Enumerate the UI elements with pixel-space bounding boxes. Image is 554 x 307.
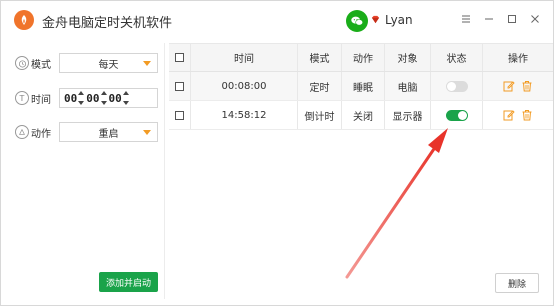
table-row[interactable]: 14:58:12 倒计时 关闭 显示器 xyxy=(169,101,553,130)
row-checkbox[interactable] xyxy=(175,81,184,91)
row-select-cell xyxy=(169,72,191,100)
table-header: 时间 模式 动作 对象 状态 操作 xyxy=(169,43,553,72)
select-all-cell xyxy=(169,44,191,71)
table-row[interactable]: 00:08:00 定时 睡眠 电脑 xyxy=(169,72,553,101)
vip-gem-icon xyxy=(371,15,380,24)
status-toggle[interactable] xyxy=(445,109,468,121)
wechat-icon[interactable] xyxy=(346,10,368,32)
minimize-icon[interactable] xyxy=(479,9,499,29)
row-action: 睡眠 xyxy=(342,72,385,100)
alarm-clock-icon xyxy=(15,56,29,70)
row-mode: 定时 xyxy=(298,72,342,100)
hour-spinner[interactable] xyxy=(78,91,85,105)
delete-button[interactable]: 删除 xyxy=(495,273,539,293)
trash-icon[interactable] xyxy=(521,109,533,121)
select-all-checkbox[interactable] xyxy=(175,53,184,62)
action-icon xyxy=(15,125,29,139)
row-checkbox[interactable] xyxy=(175,110,184,120)
status-toggle[interactable] xyxy=(445,80,468,92)
header-action: 动作 xyxy=(342,44,385,71)
chevron-down-icon xyxy=(143,130,151,135)
hour-field[interactable]: 00 xyxy=(64,92,77,105)
time-row: T 时间 00 00 00 xyxy=(9,87,169,109)
app-title: 金舟电脑定时关机软件 xyxy=(42,16,173,31)
row-operations xyxy=(483,101,553,129)
action-select[interactable]: 重启 xyxy=(59,122,158,142)
header-time: 时间 xyxy=(191,44,298,71)
row-status-cell xyxy=(431,72,483,100)
row-time: 00:08:00 xyxy=(191,72,298,100)
add-and-start-button[interactable]: 添加并启动 xyxy=(99,272,158,292)
row-mode: 倒计时 xyxy=(298,101,342,129)
time-icon: T xyxy=(15,91,29,105)
mode-select-value: 每天 xyxy=(98,59,119,71)
app-window: 金舟电脑定时关机软件 Lyan 模式 每天 T 时间 00 00 00 动作 重… xyxy=(0,0,554,306)
second-spinner[interactable] xyxy=(122,91,129,105)
minute-spinner[interactable] xyxy=(100,91,107,105)
time-input[interactable]: 00 00 00 xyxy=(59,88,158,108)
edit-icon[interactable] xyxy=(503,109,515,121)
mode-row: 模式 每天 xyxy=(9,52,169,74)
time-label: 时间 xyxy=(31,94,51,106)
action-row: 动作 重启 xyxy=(9,121,169,143)
username[interactable]: Lyan xyxy=(385,13,413,27)
row-time: 14:58:12 xyxy=(191,101,298,129)
mode-select[interactable]: 每天 xyxy=(59,53,158,73)
edit-icon[interactable] xyxy=(503,80,515,92)
mode-label: 模式 xyxy=(31,59,51,71)
close-icon[interactable] xyxy=(525,9,545,29)
action-label: 动作 xyxy=(31,128,51,140)
app-logo-icon xyxy=(14,10,34,30)
header-operations: 操作 xyxy=(508,54,528,65)
menu-icon[interactable] xyxy=(456,9,476,29)
header-target: 对象 xyxy=(385,44,431,71)
action-select-value: 重启 xyxy=(98,128,119,140)
row-target: 显示器 xyxy=(385,101,431,129)
row-operations xyxy=(483,72,553,100)
row-select-cell xyxy=(169,101,191,129)
title-bar: 金舟电脑定时关机软件 Lyan xyxy=(1,1,553,39)
header-mode: 模式 xyxy=(298,44,342,71)
row-target: 电脑 xyxy=(385,72,431,100)
maximize-icon[interactable] xyxy=(502,9,522,29)
row-status-cell xyxy=(431,101,483,129)
header-status: 状态 xyxy=(431,44,483,71)
trash-icon[interactable] xyxy=(521,80,533,92)
chevron-down-icon xyxy=(143,61,151,66)
second-field[interactable]: 00 xyxy=(109,92,122,105)
minute-field[interactable]: 00 xyxy=(86,92,99,105)
row-action: 关闭 xyxy=(342,101,385,129)
settings-panel: 模式 每天 T 时间 00 00 00 动作 重启 xyxy=(9,43,165,299)
task-table: 时间 模式 动作 对象 状态 操作 00:08:00 定时 睡眠 电脑 14:5… xyxy=(169,43,553,130)
